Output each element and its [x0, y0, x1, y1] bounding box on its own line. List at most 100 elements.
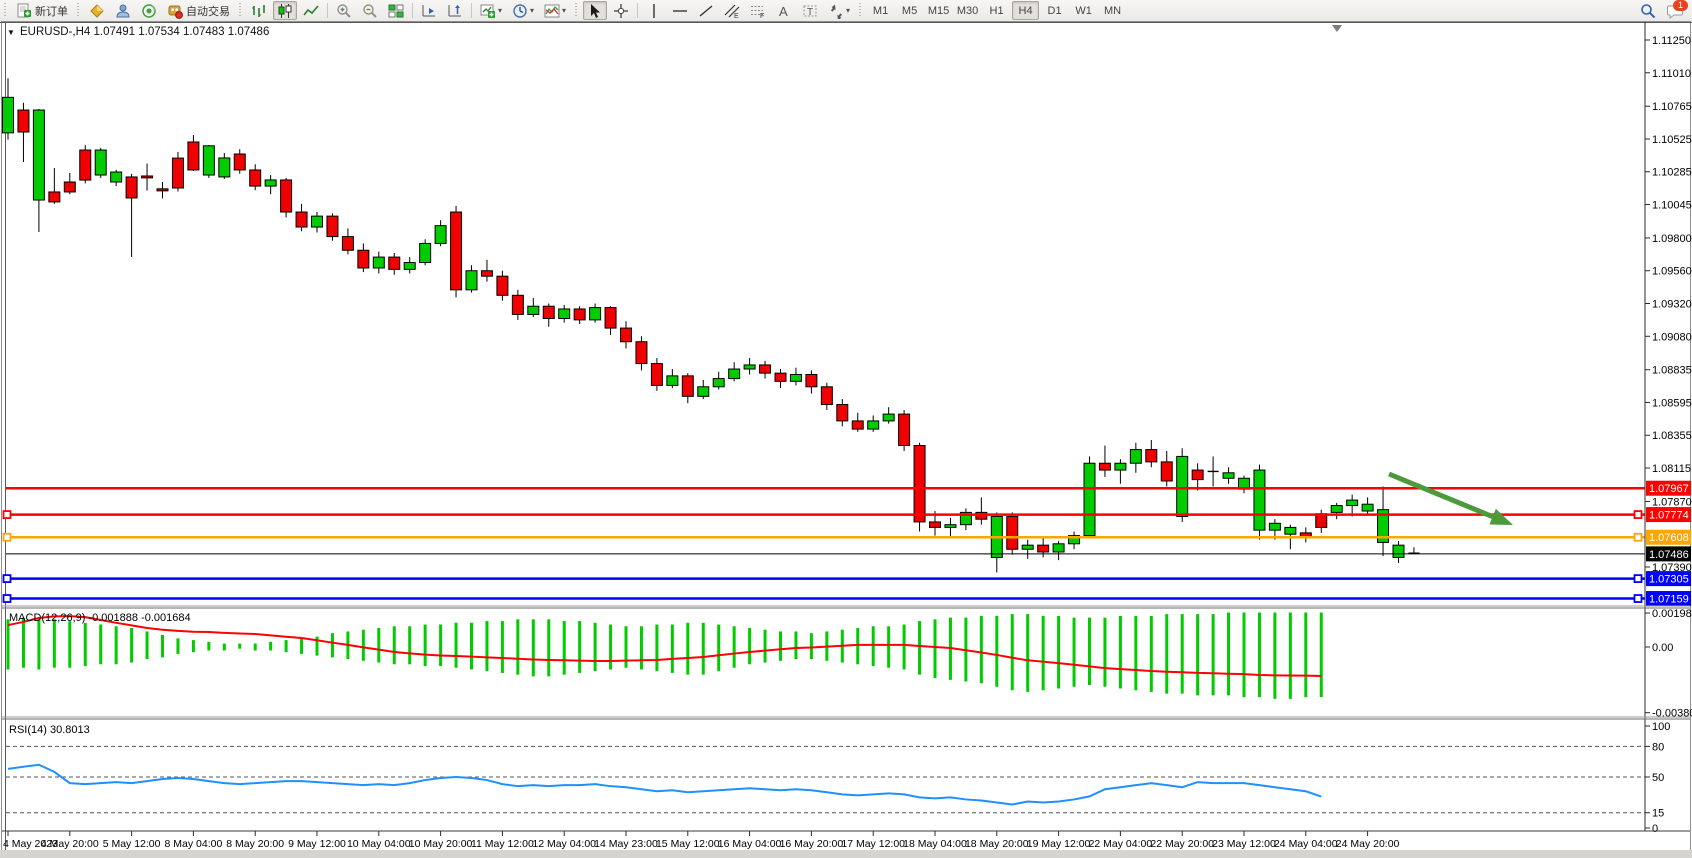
timeframe-H4[interactable]: H4	[1012, 1, 1039, 20]
news-button[interactable]	[137, 1, 161, 20]
news-icon	[141, 3, 157, 19]
trendline-icon	[698, 3, 714, 19]
periods-button[interactable]: ▾	[508, 1, 538, 20]
indicators-button[interactable]: ▾	[540, 1, 570, 20]
macd-label: MACD(12,26,9) -0.001888 -0.001684	[9, 612, 191, 624]
zoom-out-icon	[362, 3, 378, 19]
line-handle[interactable]	[1635, 595, 1642, 602]
text-button[interactable]: A	[772, 1, 796, 20]
line-chart-button[interactable]	[299, 1, 323, 20]
bar-chart-button[interactable]	[247, 1, 271, 20]
mt4-window: 新订单 自动交易	[0, 0, 1692, 858]
fibonacci-icon: F	[750, 3, 766, 19]
trendline-button[interactable]	[694, 1, 718, 20]
timeframe-M5[interactable]: M5	[896, 1, 923, 20]
svg-text:16 May 20:00: 16 May 20:00	[780, 838, 844, 850]
line-handle[interactable]	[1635, 575, 1642, 582]
svg-text:0.00: 0.00	[1652, 642, 1673, 654]
timeframe-M15[interactable]: M15	[925, 1, 952, 20]
vertical-line-button[interactable]	[642, 1, 666, 20]
text-label-button[interactable]: T	[798, 1, 822, 20]
horizontal-line-icon	[672, 3, 688, 19]
new-order-button[interactable]: 新订单	[12, 1, 72, 20]
chart-title: ▼ EURUSD-,H4 1.07491 1.07534 1.07483 1.07…	[7, 26, 269, 38]
tile-windows-button[interactable]	[384, 1, 408, 20]
svg-text:23 May 12:00: 23 May 12:00	[1212, 838, 1276, 850]
new-order-icon	[16, 3, 32, 19]
auto-trading-icon	[167, 3, 183, 19]
candlestick-chart-button[interactable]	[273, 1, 297, 20]
chart-shift-button[interactable]	[443, 1, 467, 20]
svg-text:16 May 04:00: 16 May 04:00	[718, 838, 782, 850]
svg-text:▼: ▼	[7, 28, 15, 37]
svg-text:8 May 20:00: 8 May 20:00	[226, 838, 284, 850]
svg-text:1.07305: 1.07305	[1649, 574, 1689, 586]
toolbar: 新订单 自动交易	[0, 0, 1692, 22]
svg-text:1.07486: 1.07486	[1649, 549, 1689, 561]
svg-text:A: A	[779, 4, 788, 19]
auto-trading-button[interactable]: 自动交易	[163, 1, 234, 20]
toolbar-grip	[857, 3, 864, 18]
svg-text:1.11250: 1.11250	[1652, 35, 1691, 47]
svg-text:10 May 20:00: 10 May 20:00	[409, 838, 473, 850]
svg-text:8 May 04:00: 8 May 04:00	[165, 838, 223, 850]
crosshair-button[interactable]	[609, 1, 633, 20]
equidistant-channel-button[interactable]: E	[720, 1, 744, 20]
line-handle[interactable]	[1635, 534, 1642, 541]
new-chart-button[interactable]: ▾	[476, 1, 506, 20]
svg-text:1.07967: 1.07967	[1649, 483, 1689, 495]
svg-text:EURUSD-,H4 1.07491 1.07534 1.: EURUSD-,H4 1.07491 1.07534 1.07483 1.074…	[20, 26, 269, 38]
arrows-button[interactable]: ▾	[824, 1, 854, 20]
svg-text:E: E	[734, 13, 739, 19]
svg-text:1.07774: 1.07774	[1649, 510, 1689, 522]
toolbar-separator	[637, 3, 638, 18]
timeframe-M1[interactable]: M1	[867, 1, 894, 20]
line-handle[interactable]	[1635, 511, 1642, 518]
metaeditor-button[interactable]	[85, 1, 109, 20]
svg-text:12 May 04:00: 12 May 04:00	[532, 838, 596, 850]
svg-text:1.09320: 1.09320	[1652, 298, 1692, 310]
svg-text:17 May 12:00: 17 May 12:00	[841, 838, 905, 850]
svg-text:1.07159: 1.07159	[1649, 594, 1689, 606]
new-order-label: 新订单	[35, 3, 68, 19]
toolbar-grip	[2, 3, 9, 18]
metaeditor-icon	[89, 3, 105, 19]
chat-button[interactable]: 1	[1662, 1, 1687, 20]
line-handle[interactable]	[4, 575, 11, 582]
svg-text:1.10285: 1.10285	[1652, 167, 1692, 179]
search-icon	[1640, 3, 1656, 19]
cursor-button[interactable]	[583, 1, 607, 20]
text-label-icon: T	[802, 3, 818, 19]
svg-text:15 May 12:00: 15 May 12:00	[656, 838, 720, 850]
svg-text:10 May 04:00: 10 May 04:00	[347, 838, 411, 850]
svg-text:24 May 20:00: 24 May 20:00	[1336, 838, 1400, 850]
auto-scroll-button[interactable]	[417, 1, 441, 20]
svg-text:1.07870: 1.07870	[1652, 496, 1692, 508]
svg-text:5 May 12:00: 5 May 12:00	[103, 838, 161, 850]
fibonacci-button[interactable]: F	[746, 1, 770, 20]
chat-icon: 1	[1666, 3, 1683, 19]
timeframe-W1[interactable]: W1	[1070, 1, 1097, 20]
search-button[interactable]	[1636, 1, 1660, 20]
chart-canvas[interactable]: 1.112501.110101.107651.105251.102851.100…	[0, 21, 1692, 858]
timeframe-H1[interactable]: H1	[983, 1, 1010, 20]
timeframe-M30[interactable]: M30	[954, 1, 981, 20]
toolbar-separator	[471, 3, 472, 18]
timeframe-MN[interactable]: MN	[1099, 1, 1126, 20]
rsi-label: RSI(14) 30.8013	[9, 724, 90, 736]
line-handle[interactable]	[4, 534, 11, 541]
svg-text:18 May 20:00: 18 May 20:00	[965, 838, 1029, 850]
horizontal-line-button[interactable]	[668, 1, 692, 20]
zoom-in-button[interactable]	[332, 1, 356, 20]
svg-text:1.09560: 1.09560	[1652, 266, 1692, 278]
profile-button[interactable]	[111, 1, 135, 20]
svg-text:-0.003804: -0.003804	[1652, 708, 1692, 720]
timeframe-D1[interactable]: D1	[1041, 1, 1068, 20]
toolbar-separator	[327, 3, 328, 18]
zoom-out-button[interactable]	[358, 1, 382, 20]
line-handle[interactable]	[4, 595, 11, 602]
svg-text:1.07608: 1.07608	[1649, 532, 1689, 544]
dropdown-caret: ▾	[846, 6, 850, 15]
line-handle[interactable]	[4, 511, 11, 518]
equidistant-channel-icon: E	[724, 3, 740, 19]
